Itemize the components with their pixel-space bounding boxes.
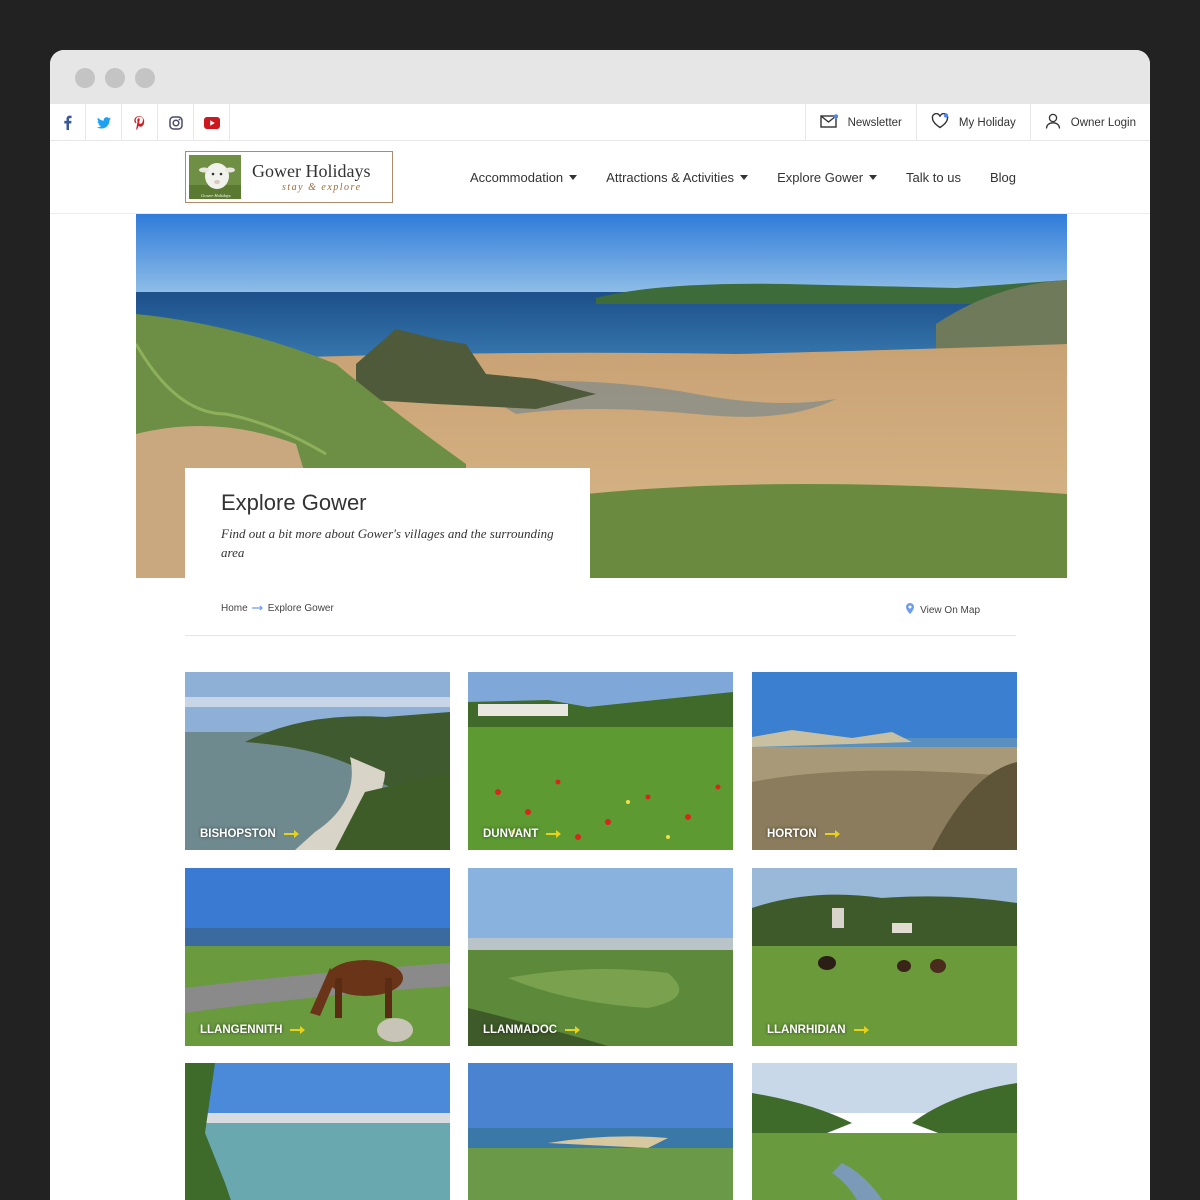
nav-label: Attractions & Activities: [606, 170, 735, 185]
village-card-horton[interactable]: HORTON: [752, 672, 1017, 850]
main-nav: Accommodation Attractions & Activities E…: [470, 141, 1016, 214]
youtube-icon[interactable]: [194, 104, 230, 141]
browser-window: Newsletter My Holiday Owner Login Gower …: [50, 50, 1150, 1200]
window-maximize-button[interactable]: [135, 68, 155, 88]
village-card-9[interactable]: [752, 1063, 1017, 1200]
village-card-llangennith[interactable]: LLANGENNITH: [185, 868, 450, 1046]
owner-login-link[interactable]: Owner Login: [1029, 104, 1150, 141]
village-card-7[interactable]: [185, 1063, 450, 1200]
village-card-llanrhidian[interactable]: LLANRHIDIAN: [752, 868, 1017, 1046]
pinterest-icon[interactable]: [122, 104, 158, 141]
card-label: LLANMADOC: [483, 1024, 581, 1036]
village-name: BISHOPSTON: [200, 828, 276, 840]
my-holiday-link[interactable]: My Holiday: [915, 104, 1030, 141]
site-header: Gower Holidays Gower Holidays stay & exp…: [50, 141, 1150, 214]
nav-talk-to-us[interactable]: Talk to us: [906, 170, 961, 185]
card-label: LLANRHIDIAN: [767, 1024, 869, 1036]
breadcrumb-current: Explore Gower: [267, 603, 334, 614]
site-logo[interactable]: Gower Holidays Gower Holidays stay & exp…: [185, 151, 393, 203]
nav-label: Talk to us: [906, 170, 961, 185]
logo-title: Gower Holidays: [252, 161, 371, 181]
caret-down-icon: [740, 175, 749, 180]
village-name: HORTON: [767, 828, 817, 840]
envelope-icon: [819, 114, 838, 131]
arrow-right-icon: [251, 603, 264, 614]
my-holiday-label: My Holiday: [958, 116, 1016, 129]
village-card-dunvant[interactable]: DUNVANT: [468, 672, 733, 850]
nav-blog[interactable]: Blog: [990, 170, 1016, 185]
logo-badge-text: Gower Holidays: [201, 193, 231, 198]
village-name: LLANRHIDIAN: [767, 1024, 846, 1036]
window-minimize-button[interactable]: [105, 68, 125, 88]
nav-attractions-activities[interactable]: Attractions & Activities: [606, 170, 749, 185]
newsletter-label: Newsletter: [847, 116, 902, 129]
breadcrumb: Home Explore Gower: [221, 603, 334, 614]
nav-label: Accommodation: [469, 170, 564, 185]
village-name: LLANGENNITH: [200, 1024, 283, 1036]
village-card-8[interactable]: [468, 1063, 733, 1200]
top-bar: Newsletter My Holiday Owner Login: [50, 104, 1150, 145]
arrow-right-icon: [546, 830, 562, 838]
village-card-llanmadoc[interactable]: LLANMADOC: [468, 868, 733, 1046]
owner-login-label: Owner Login: [1070, 116, 1136, 129]
breadcrumb-home[interactable]: Home: [221, 603, 248, 614]
facebook-icon[interactable]: [50, 104, 86, 141]
browser-chrome: [50, 50, 1150, 104]
caret-down-icon: [869, 175, 878, 180]
arrow-right-icon: [853, 1026, 869, 1034]
arrow-right-icon: [565, 1026, 581, 1034]
user-icon: [1045, 113, 1061, 132]
card-label: BISHOPSTON: [200, 828, 299, 840]
nav-label: Explore Gower: [777, 170, 864, 185]
heart-icon: [931, 112, 949, 132]
arrow-right-icon: [290, 1026, 306, 1034]
card-label: HORTON: [767, 828, 840, 840]
village-card-bishopston[interactable]: BISHOPSTON: [185, 672, 450, 850]
hero-caption: Explore Gower Find out a bit more about …: [185, 468, 590, 578]
twitter-icon[interactable]: [86, 104, 122, 141]
instagram-icon[interactable]: [158, 104, 194, 141]
logo-lamb-image: Gower Holidays: [189, 155, 241, 199]
newsletter-link[interactable]: Newsletter: [781, 104, 917, 145]
nav-explore-gower[interactable]: Explore Gower: [777, 170, 878, 185]
top-bar-links: Newsletter My Holiday Owner Login: [781, 104, 1150, 145]
logo-subtitle: stay & explore: [282, 182, 362, 193]
window-close-button[interactable]: [75, 68, 95, 88]
village-name: DUNVANT: [483, 828, 539, 840]
card-label: LLANGENNITH: [200, 1024, 306, 1036]
map-pin-icon: [906, 603, 915, 617]
view-on-map-link[interactable]: View On Map: [906, 603, 980, 617]
social-links: [50, 104, 230, 141]
page-subtitle: Find out a bit more about Gower's villag…: [221, 526, 554, 560]
view-on-map-label: View On Map: [920, 604, 980, 616]
caret-down-icon: [569, 175, 578, 180]
breadcrumb-row: Home Explore Gower View On Map: [185, 591, 1016, 636]
nav-label: Blog: [989, 170, 1016, 185]
page-title: Explore Gower: [221, 490, 367, 515]
card-label: DUNVANT: [483, 828, 562, 840]
village-name: LLANMADOC: [483, 1024, 558, 1036]
arrow-right-icon: [283, 830, 299, 838]
nav-accommodation[interactable]: Accommodation: [469, 170, 578, 185]
arrow-right-icon: [824, 830, 840, 838]
